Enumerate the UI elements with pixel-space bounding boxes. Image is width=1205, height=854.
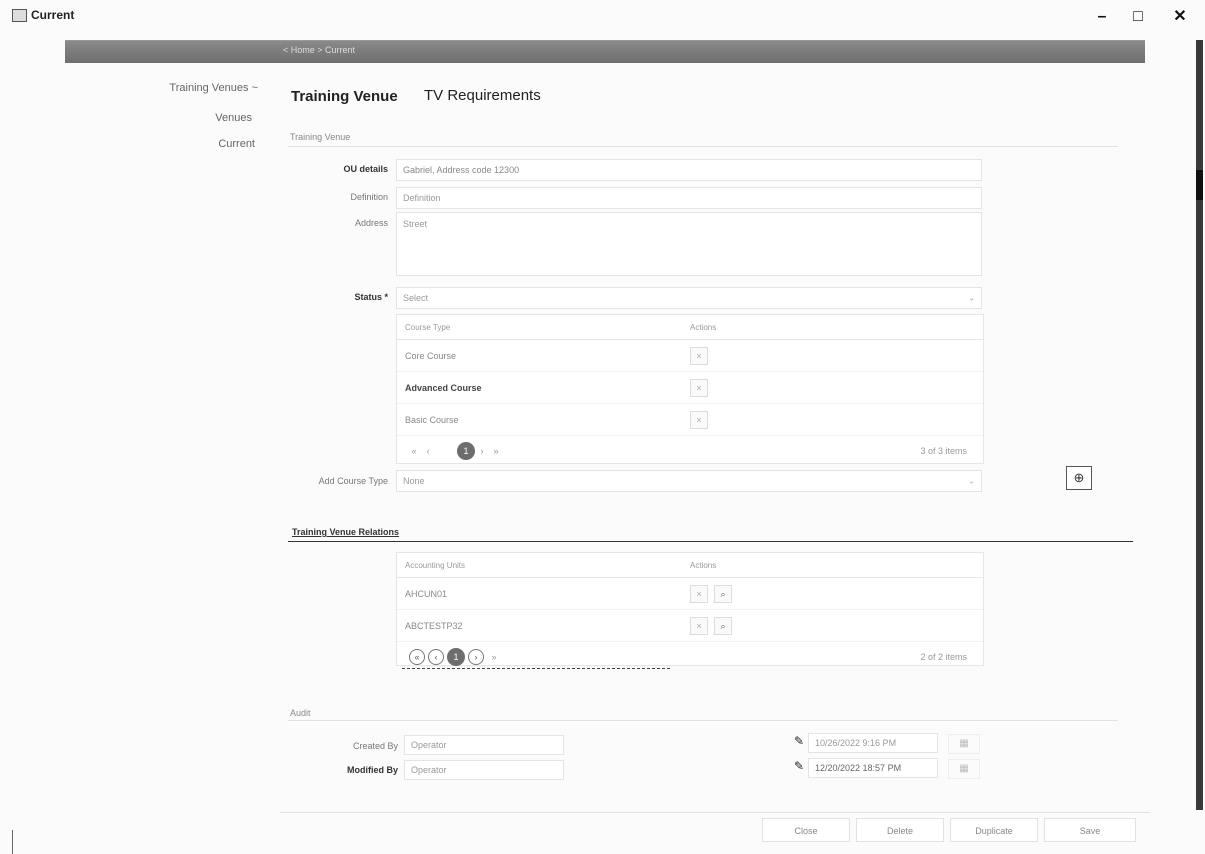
remove-icon[interactable]: × (690, 584, 708, 603)
tab-training-venue[interactable]: Training Venue (291, 88, 398, 105)
close-form-button[interactable]: Close (762, 818, 850, 842)
created-by-label: Created By (352, 741, 398, 751)
table-row[interactable]: Basic Course × (397, 404, 983, 436)
prev-page-icon[interactable]: ‹ (428, 649, 444, 665)
add-course-type-label: Add Course Type (318, 476, 388, 486)
search-icon[interactable]: ⌕ (714, 616, 732, 635)
close-button[interactable]: ✕ (1168, 6, 1192, 28)
definition-field[interactable]: Definition (396, 187, 982, 209)
remove-icon[interactable]: × (690, 410, 708, 429)
address-label: Address (354, 218, 388, 228)
sidebar-item-venues[interactable]: Venues (120, 112, 252, 124)
grid-header: Accounting Units Actions (397, 553, 983, 578)
column-header-actions: Actions (690, 560, 717, 570)
ou-details-label: OU details (343, 164, 388, 174)
item-count: 2 of 2 items (920, 652, 967, 662)
remove-icon[interactable]: × (690, 378, 708, 397)
top-navigation-bar: < Home > Current (65, 40, 1145, 63)
created-date-field: 10/26/2022 9:16 PM (808, 733, 938, 753)
created-by-field: Operator (404, 735, 564, 755)
tab-tv-requirements[interactable]: TV Requirements (424, 87, 541, 104)
first-page-icon[interactable]: « (407, 444, 421, 458)
edit-icon[interactable]: ✎ (794, 759, 804, 773)
window-title: Current (12, 8, 74, 22)
table-row[interactable]: Advanced Course × (397, 372, 983, 404)
breadcrumb[interactable]: < Home > Current (283, 45, 355, 55)
definition-label: Definition (350, 192, 388, 202)
window-title-text: Current (31, 8, 75, 22)
grid-header: Course Type Actions (397, 315, 983, 340)
course-name: Advanced Course (405, 382, 482, 393)
status-label: Status * (354, 292, 388, 302)
app-icon (12, 8, 27, 22)
modified-by-label: Modified By (347, 765, 398, 775)
prev-page-icon[interactable]: ‹ (421, 444, 435, 458)
item-count: 3 of 3 items (920, 446, 967, 456)
chevron-down-icon: ⌄ (968, 293, 975, 303)
minimize-button[interactable]: – (1090, 6, 1114, 28)
address-textarea[interactable]: Street (396, 212, 982, 276)
table-row[interactable]: Core Course × (397, 340, 983, 372)
column-header-course-type[interactable]: Course Type (397, 323, 682, 332)
delete-button[interactable]: Delete (856, 818, 944, 842)
status-select[interactable]: Select ⌄ (396, 287, 982, 309)
edit-icon[interactable]: ✎ (794, 734, 804, 748)
footer-divider (280, 812, 1150, 813)
table-row[interactable]: ABCTESTP32 × ⌕ (397, 610, 983, 642)
add-course-type-value: None (403, 476, 425, 486)
relations-section-title: Training Venue Relations (292, 527, 400, 537)
remove-icon[interactable]: × (690, 616, 708, 635)
last-page-icon[interactable]: » (487, 650, 501, 664)
first-page-icon[interactable]: « (409, 649, 425, 665)
column-header-accounting-units[interactable]: Accounting Units (397, 561, 682, 570)
duplicate-button[interactable]: Duplicate (950, 818, 1038, 842)
scrollbar-thumb[interactable] (1196, 170, 1203, 200)
pager-underline (402, 668, 670, 670)
ou-details-field[interactable]: Gabriel, Address code 12300 (396, 159, 982, 181)
relations-grid: Accounting Units Actions AHCUN01 × ⌕ ABC… (396, 552, 984, 666)
next-page-icon[interactable]: › (468, 649, 484, 665)
status-select-value: Select (403, 293, 429, 303)
add-icon[interactable]: ⊕ (1066, 466, 1092, 490)
training-venue-section-title: Training Venue (290, 132, 351, 142)
calendar-icon[interactable]: ▦ (948, 759, 980, 779)
sidebar-item-current[interactable]: Current (120, 138, 255, 150)
course-name: Basic Course (405, 414, 459, 425)
chevron-down-icon: ⌄ (968, 476, 975, 486)
calendar-icon[interactable]: ▦ (948, 734, 980, 754)
section-divider (288, 146, 1118, 147)
vertical-scrollbar[interactable] (1196, 40, 1203, 810)
search-icon[interactable]: ⌕ (714, 584, 732, 603)
relation-name: AHCUN01 (405, 588, 448, 599)
audit-section-title: Audit (290, 708, 311, 718)
modified-date-field: 12/20/2022 18:57 PM (808, 758, 938, 778)
section-divider (288, 541, 1133, 542)
section-divider (288, 720, 1118, 721)
column-header-actions: Actions (690, 322, 717, 332)
save-button[interactable]: Save (1044, 818, 1136, 842)
course-type-grid: Course Type Actions Core Course × Advanc… (396, 314, 984, 464)
current-page[interactable]: 1 (447, 648, 465, 666)
course-name: Core Course (405, 350, 457, 361)
add-course-type-select[interactable]: None ⌄ (396, 470, 982, 492)
next-page-icon[interactable]: › (475, 444, 489, 458)
last-page-icon[interactable]: » (489, 444, 503, 458)
relation-name: ABCTESTP32 (405, 620, 463, 631)
window-edge (12, 830, 13, 854)
maximize-button[interactable]: □ (1126, 6, 1150, 28)
pagination: « ‹ 1 › » 3 of 3 items (397, 436, 983, 466)
current-page[interactable]: 1 (457, 442, 475, 460)
table-row[interactable]: AHCUN01 × ⌕ (397, 578, 983, 610)
remove-icon[interactable]: × (690, 346, 708, 365)
sidebar-item-training-venues[interactable]: Training Venues ~ (120, 82, 258, 94)
modified-by-field: Operator (404, 760, 564, 780)
